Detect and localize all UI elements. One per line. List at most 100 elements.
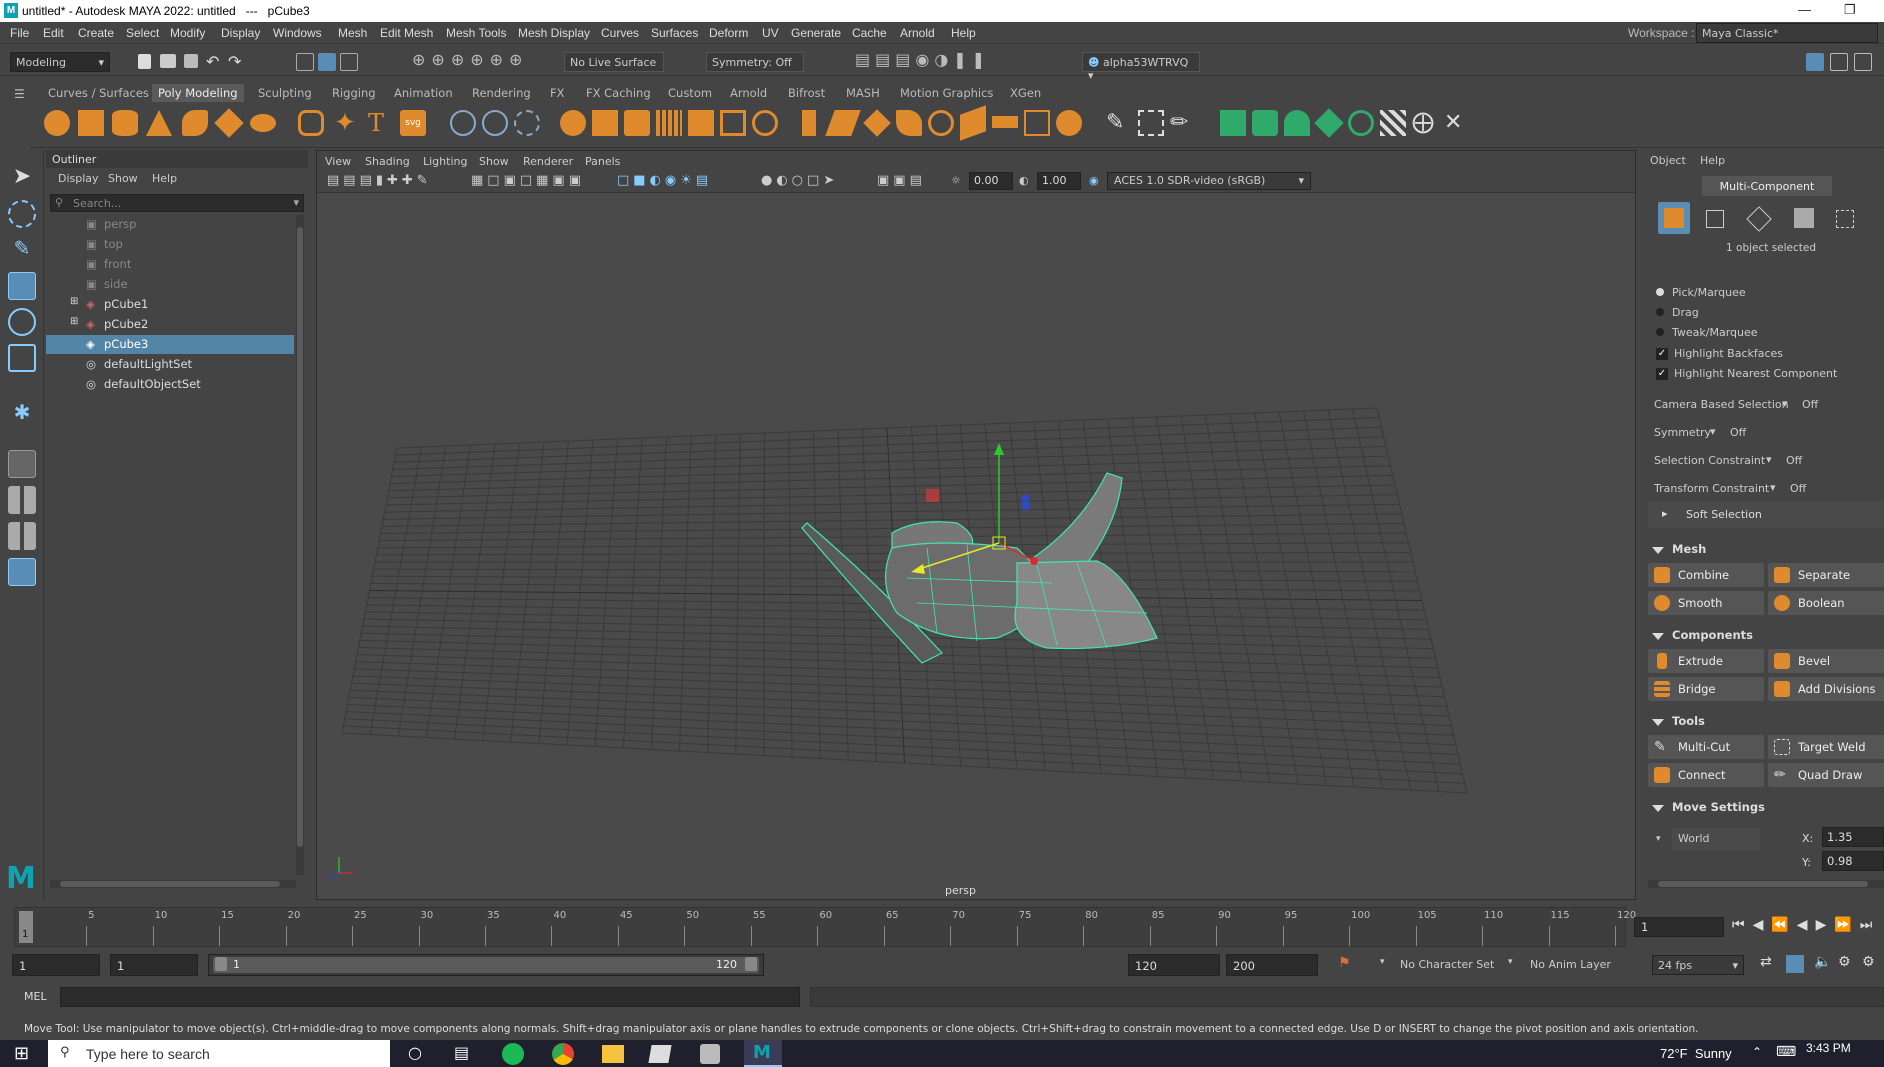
rotate-tool-icon[interactable]: [8, 308, 36, 336]
extrude-button[interactable]: Extrude: [1648, 649, 1764, 673]
uv-mode-icon[interactable]: [1836, 210, 1854, 228]
poly-sphere-icon[interactable]: [44, 110, 70, 136]
poly-cube-icon[interactable]: [78, 110, 104, 136]
last-tool-icon[interactable]: ✱: [8, 400, 36, 428]
channel-box-icon[interactable]: [1854, 53, 1872, 71]
shading-mode-icons[interactable]: □■◐◉☀▤: [617, 173, 712, 188]
playback-controls[interactable]: ⏮◀⏪◀▶⏩⏭: [1732, 917, 1880, 933]
spotify-icon[interactable]: [502, 1043, 524, 1065]
menu-cache[interactable]: Cache: [852, 26, 887, 40]
shelf-tab-mash[interactable]: MASH: [840, 84, 886, 102]
auto-uv-shelf-icon[interactable]: [1348, 110, 1374, 136]
two-view-icon[interactable]: [8, 522, 36, 550]
cortana-icon[interactable]: ○: [408, 1043, 422, 1062]
combine-button[interactable]: Combine: [1648, 563, 1764, 587]
radio-pick-marquee[interactable]: [1656, 288, 1664, 296]
shelf-tab-bifrost[interactable]: Bifrost: [782, 84, 831, 102]
attribute-editor-icon[interactable]: [1830, 53, 1848, 71]
outliner-item-front[interactable]: ▣ front: [46, 255, 294, 274]
vp-menu-show[interactable]: Show: [479, 155, 509, 168]
mesh-section-header[interactable]: Mesh: [1652, 542, 1706, 562]
loop-icon[interactable]: ⇄: [1760, 954, 1772, 970]
multi-cut-button[interactable]: ✎ Multi-Cut: [1648, 735, 1764, 759]
poly-torus-icon[interactable]: [182, 110, 208, 136]
playback-start-field[interactable]: 1: [110, 954, 198, 976]
range-handle[interactable]: 1 120: [213, 957, 759, 973]
shelf-tab-curves-surfaces[interactable]: Curves / Surfaces: [42, 84, 155, 102]
outliner-vscrollbar[interactable]: [296, 215, 304, 875]
svg-icon[interactable]: svg: [400, 110, 426, 136]
separate-shelf-icon[interactable]: [592, 110, 618, 136]
target-weld-shelf-icon[interactable]: [1138, 110, 1164, 136]
shelf-tab-fx-caching[interactable]: FX Caching: [580, 84, 657, 102]
task-view-icon[interactable]: ▤: [454, 1043, 469, 1062]
center-pivot-icon[interactable]: [482, 110, 508, 136]
shelf-tab-rigging[interactable]: Rigging: [326, 84, 382, 102]
anim-layer-value[interactable]: No Anim Layer: [1530, 958, 1611, 971]
scroll-thumb[interactable]: [1658, 881, 1868, 887]
outliner-item-top[interactable]: ▣ top: [46, 235, 294, 254]
move-tool-icon[interactable]: [8, 272, 36, 300]
camera-tools-icons[interactable]: ▤▤▤▮✚✚✎: [327, 173, 432, 188]
isolate-icons[interactable]: ▣▣▤: [877, 173, 926, 188]
menu-windows[interactable]: Windows: [273, 26, 322, 40]
extrude-shelf-icon[interactable]: [802, 110, 816, 136]
wedge-shelf-icon[interactable]: [928, 110, 954, 136]
shelf-tab-fx[interactable]: FX: [544, 84, 571, 102]
space-dropdown-icon[interactable]: ▾: [1656, 834, 1661, 844]
cylindrical-uv-shelf-icon[interactable]: [1284, 110, 1310, 136]
bevel-shelf-icon[interactable]: [825, 110, 861, 136]
live-surface-field[interactable]: No Live Surface: [564, 52, 664, 72]
scroll-thumb[interactable]: [297, 227, 303, 847]
shelf-tab-custom[interactable]: Custom: [662, 84, 718, 102]
range-right-grip[interactable]: [745, 957, 757, 971]
face-mode-icon[interactable]: [1794, 208, 1814, 228]
redo-icon[interactable]: ↷: [228, 52, 241, 71]
exposure-field[interactable]: 0.00: [969, 172, 1013, 190]
workspace-dropdown[interactable]: Maya Classic*: [1696, 23, 1878, 43]
panel-toggle-icon[interactable]: [1806, 53, 1824, 71]
planar-uv-shelf-icon[interactable]: [1252, 110, 1278, 136]
scene-canvas[interactable]: [317, 193, 1635, 899]
vp-menu-renderer[interactable]: Renderer: [523, 155, 573, 168]
keyboard-icon[interactable]: ⌨: [1776, 1044, 1796, 1060]
quad-draw-button[interactable]: ✏ Quad Draw: [1768, 763, 1884, 787]
mtk-menu-object[interactable]: Object: [1650, 154, 1686, 167]
file-explorer-icon[interactable]: [602, 1045, 624, 1063]
text-icon[interactable]: T: [368, 110, 394, 136]
outliner-search-box[interactable]: ⚲ Search... ▾: [50, 194, 304, 212]
menu-generate[interactable]: Generate: [791, 26, 841, 40]
range-bar[interactable]: 1 120: [208, 954, 764, 976]
move-settings-section-header[interactable]: Move Settings: [1652, 800, 1765, 820]
outliner-layout-icon[interactable]: [8, 558, 36, 586]
tools-section-header[interactable]: Tools: [1652, 714, 1705, 734]
chrome-icon[interactable]: [552, 1043, 574, 1065]
spherical-uv-shelf-icon[interactable]: [1314, 108, 1344, 138]
vertex-mode-icon[interactable]: [1706, 210, 1724, 228]
outliner-item-pcube2[interactable]: ⊞ ◈ pCube2: [46, 315, 294, 334]
object-mode-button[interactable]: [1658, 202, 1690, 234]
app-icon[interactable]: [648, 1045, 672, 1063]
taskbar-search-box[interactable]: ⚲ Type here to search: [48, 1040, 390, 1067]
anim-prefs-icon[interactable]: ⚙: [1862, 954, 1875, 970]
outliner-menu-display[interactable]: Display: [58, 172, 99, 185]
lasso-tool-icon[interactable]: [8, 200, 36, 228]
delete-edge-shelf-icon[interactable]: [1056, 110, 1082, 136]
merge-shelf-icon[interactable]: [1024, 110, 1050, 136]
collapse-shelf-icon[interactable]: [992, 116, 1018, 128]
menu-select[interactable]: Select: [126, 26, 159, 40]
outliner-item-defaultobjectset[interactable]: ◎ defaultObjectSet: [46, 375, 294, 394]
shelf-tab-motion-graphics[interactable]: Motion Graphics: [894, 84, 999, 102]
view-tools-icons[interactable]: ▦□▣□▦▣▣: [471, 173, 585, 188]
expand-icon[interactable]: ⊞: [70, 316, 78, 327]
viewport-3d-view[interactable]: persp: [317, 193, 1635, 899]
sparkle-icon[interactable]: ✦: [334, 110, 360, 136]
shelf-tab-sculpting[interactable]: Sculpting: [252, 84, 318, 102]
select-object-icon[interactable]: [318, 53, 336, 71]
windows-start-icon[interactable]: ⊞: [14, 1043, 29, 1064]
target-weld-button[interactable]: Target Weld: [1768, 735, 1884, 759]
time-slider[interactable]: 1 5 10 15 20 25 30 35 40 45 50 55 60 65 70 75 80 85 90 95 1…: [0, 905, 1884, 951]
clock-time[interactable]: 3:43 PM: [1806, 1041, 1851, 1055]
separate-button[interactable]: Separate: [1768, 563, 1884, 587]
four-view-icon[interactable]: [8, 486, 36, 514]
